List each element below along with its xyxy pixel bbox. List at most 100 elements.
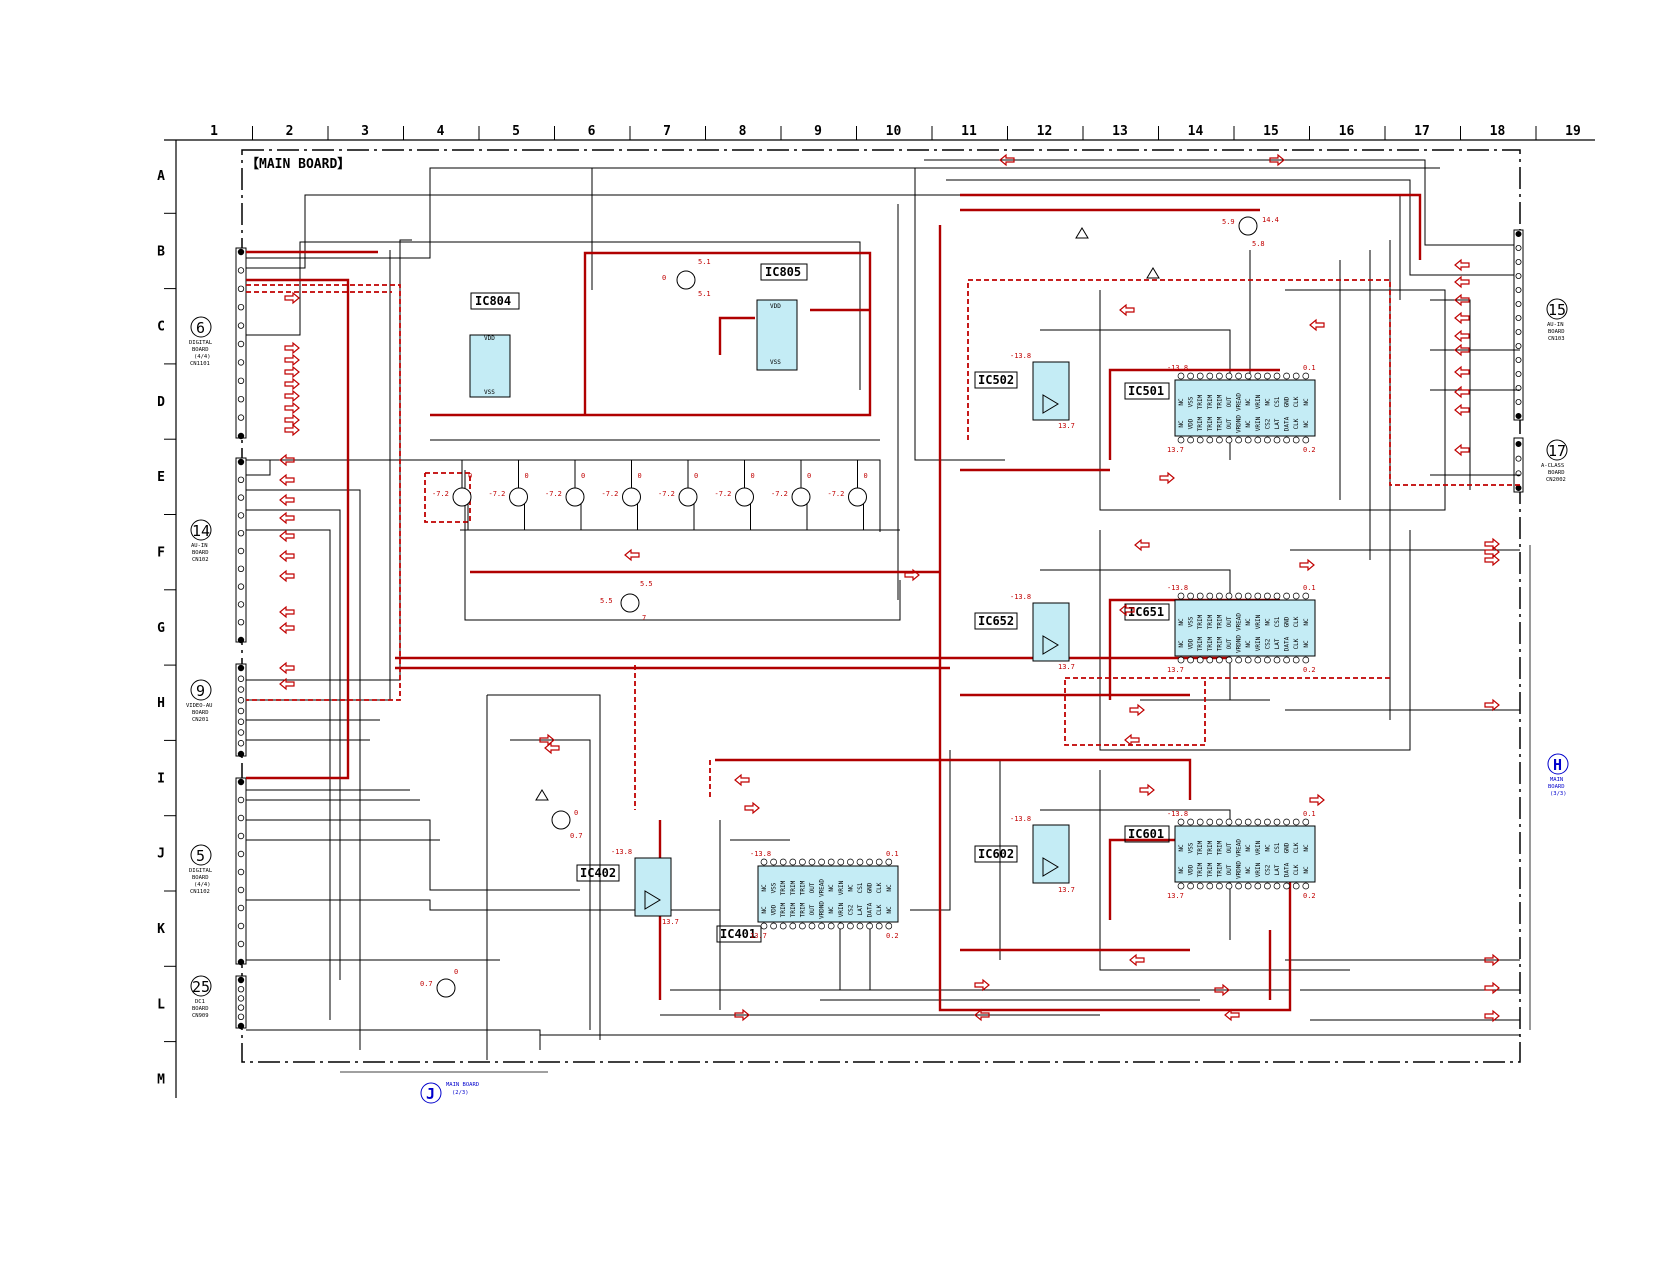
connector-pin — [237, 396, 245, 403]
svg-text:5.5: 5.5 — [600, 597, 613, 605]
svg-text:(3/3): (3/3) — [1550, 791, 1567, 797]
pin-name: OUT — [1226, 842, 1233, 853]
pin-name: OUT — [1226, 638, 1233, 649]
svg-text:VIDEO-AU: VIDEO-AU — [186, 703, 213, 709]
ic-pin — [1225, 882, 1233, 890]
ic-pin — [1187, 592, 1194, 600]
connector-pin — [1515, 484, 1522, 491]
pin-name: CS1 — [1274, 616, 1281, 627]
pin-name: NC — [1264, 398, 1271, 406]
connector-pin — [237, 832, 245, 840]
connector-pin — [1515, 272, 1522, 279]
ic-pin — [1177, 372, 1185, 380]
ic-pin — [847, 858, 854, 866]
pin-name: CS2 — [1264, 418, 1271, 429]
row-label-L: L — [157, 997, 165, 1012]
svg-text:17: 17 — [1548, 442, 1566, 460]
ic-pin — [1273, 436, 1281, 444]
svg-text:DIGITAL: DIGITAL — [189, 868, 213, 874]
column-label-4: 4 — [437, 124, 445, 139]
pin-name: TRIM — [1197, 636, 1204, 651]
ic-pin — [1273, 882, 1281, 890]
column-label-7: 7 — [663, 124, 671, 139]
pin-name: DATA — [867, 902, 874, 917]
ic-pin — [1302, 818, 1310, 826]
row-label-G: G — [157, 621, 165, 636]
ic-pin — [1254, 818, 1262, 826]
pin-name: NC — [1245, 844, 1252, 852]
board-title: 【MAIN BOARD】 — [246, 156, 350, 172]
signal-arrow — [284, 413, 300, 427]
ic-pin — [1292, 818, 1300, 826]
signal-arrow — [1129, 953, 1145, 967]
ic-pin — [1283, 656, 1290, 664]
pin-name: CS2 — [847, 904, 854, 915]
ic602: IC602 -13.8 13.7 — [974, 815, 1075, 894]
ic-pin — [1235, 372, 1242, 380]
pin-name: NC — [1178, 618, 1185, 626]
pin-name: TRIM — [790, 902, 797, 917]
pin-name: NC — [1245, 640, 1252, 648]
connector-pin — [237, 796, 245, 804]
svg-text:BOARD: BOARD — [192, 710, 209, 716]
ic-pin — [799, 858, 806, 866]
ic-pin — [779, 858, 787, 866]
ic-pin — [1177, 436, 1185, 444]
ic-pin — [1244, 436, 1252, 444]
pin-name: TRIM — [1197, 394, 1204, 409]
connector-pin — [237, 1004, 245, 1011]
connector-pin — [1515, 440, 1522, 447]
pin-name: TRIM — [799, 902, 806, 917]
ic-pin — [1225, 436, 1233, 444]
signal-arrow — [1159, 471, 1175, 485]
svg-text:(2/3): (2/3) — [452, 1090, 469, 1096]
ic-pin — [1206, 882, 1214, 890]
pin-name: CLK — [1293, 396, 1300, 407]
pin-name: NC — [1178, 640, 1185, 648]
pin-name: NC — [1178, 866, 1185, 874]
svg-text:15: 15 — [1548, 301, 1566, 319]
signal-arrow — [284, 401, 300, 415]
svg-text:CN1101: CN1101 — [190, 361, 210, 367]
pin-name: CLK — [1293, 842, 1300, 853]
svg-text:BOARD: BOARD — [192, 875, 209, 881]
svg-text:AU-IN: AU-IN — [191, 543, 208, 549]
pin-name: NC — [1178, 398, 1185, 406]
pin-name: TRIM — [1216, 416, 1223, 431]
transistor — [678, 487, 698, 507]
connector-pin — [237, 976, 245, 984]
voltage-label: 0 — [581, 472, 585, 480]
connector-pin — [237, 778, 245, 786]
ic-pin — [1292, 436, 1300, 444]
pin-name: DATA — [1284, 416, 1291, 431]
pin-name: TRIM — [1197, 862, 1204, 877]
pin-name: CS1 — [1274, 842, 1281, 853]
svg-text:5.8: 5.8 — [1252, 240, 1265, 248]
ic-pin — [1235, 656, 1242, 664]
svg-text:IC501: IC501 — [1128, 384, 1164, 398]
pin-name: VSS — [1188, 842, 1195, 853]
pin-name: NC — [1178, 844, 1185, 852]
svg-text:A-CLASS: A-CLASS — [1541, 463, 1564, 469]
svg-text:CN102: CN102 — [192, 557, 209, 563]
svg-text:DIGITAL: DIGITAL — [189, 340, 213, 346]
voltage-label: -13.8 — [1167, 810, 1188, 818]
connector-pin — [237, 583, 245, 590]
signal-arrow — [279, 511, 295, 525]
svg-text:5: 5 — [196, 847, 205, 865]
ic-pin — [1177, 592, 1185, 600]
voltage-label: 0.2 — [1303, 892, 1316, 900]
ic-pin — [1244, 592, 1252, 600]
connector-pin — [237, 565, 245, 572]
svg-text:13.7: 13.7 — [662, 918, 679, 926]
pin-name: NC — [847, 884, 854, 892]
pin-name: VRIN — [1255, 840, 1262, 855]
svg-text:CN201: CN201 — [192, 717, 209, 723]
svg-text:0: 0 — [454, 968, 458, 976]
pin-name: NC — [886, 884, 893, 892]
ic-pin — [885, 922, 893, 930]
voltage-label: 0 — [694, 472, 698, 480]
pin-name: DATA — [1284, 862, 1291, 877]
pin-name: NC — [1264, 618, 1271, 626]
ic-pin — [760, 858, 768, 866]
